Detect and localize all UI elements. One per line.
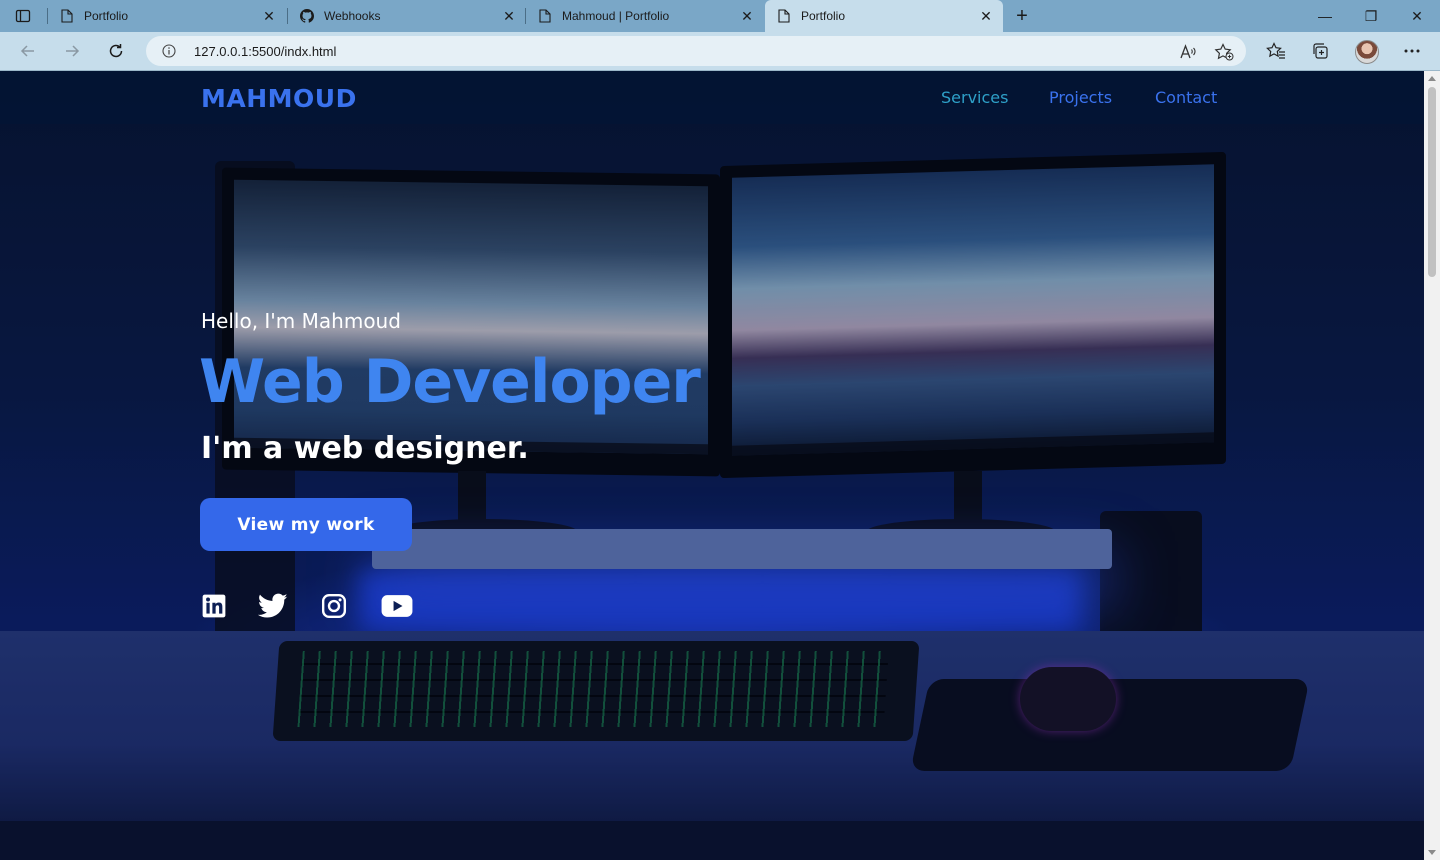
page-scrollbar[interactable] — [1424, 71, 1440, 860]
twitter-icon[interactable] — [258, 591, 288, 621]
add-favorite-icon[interactable] — [1214, 42, 1234, 62]
scrollbar-thumb[interactable] — [1428, 87, 1436, 277]
collections-button[interactable] — [1305, 36, 1335, 66]
close-tab-icon[interactable]: ✕ — [502, 8, 516, 24]
github-icon — [300, 9, 314, 23]
tab-actions-icon[interactable] — [10, 6, 36, 26]
linkedin-icon[interactable] — [199, 591, 229, 621]
info-icon[interactable] — [162, 44, 176, 58]
browser-tab-active[interactable]: Portfolio ✕ — [765, 0, 1003, 32]
page-icon — [538, 9, 552, 23]
tab-label: Portfolio — [801, 9, 846, 23]
scroll-up-icon[interactable] — [1428, 76, 1436, 81]
page-icon — [777, 9, 791, 23]
browser-tab[interactable]: Mahmoud | Portfolio ✕ — [526, 0, 764, 32]
tab-label: Mahmoud | Portfolio — [562, 9, 670, 23]
hero-greeting: Hello, I'm Mahmoud — [201, 309, 401, 333]
url-text[interactable]: 127.0.0.1:5500/indx.html — [194, 44, 336, 59]
back-button[interactable] — [13, 36, 43, 66]
read-aloud-icon[interactable] — [1178, 42, 1198, 62]
browser-toolbar: 127.0.0.1:5500/indx.html — [0, 32, 1440, 71]
view-my-work-button[interactable]: View my work — [200, 498, 412, 551]
tab-label: Webhooks — [324, 9, 381, 23]
instagram-icon[interactable] — [319, 591, 349, 621]
browser-tab[interactable]: Webhooks ✕ — [288, 0, 526, 32]
favorites-icon — [1266, 42, 1285, 59]
arrow-left-icon — [20, 45, 34, 57]
page-icon — [60, 9, 74, 23]
more-icon — [1404, 49, 1420, 53]
collections-icon — [1313, 43, 1328, 59]
site-logo[interactable]: MAHMOUD — [201, 84, 357, 113]
scroll-down-icon[interactable] — [1428, 850, 1436, 855]
restore-button[interactable]: ❐ — [1348, 0, 1394, 32]
nav-link-services[interactable]: Services — [941, 88, 1008, 107]
hero-tagline: I'm a web designer. — [201, 431, 529, 466]
browser-tab[interactable]: Portfolio ✕ — [48, 0, 286, 32]
close-tab-icon[interactable]: ✕ — [740, 8, 754, 24]
page-viewport: MAHMOUD Services Projects Contact Hello,… — [0, 71, 1424, 860]
browser-tab-bar: Portfolio ✕ Webhooks ✕ Mahmoud | Portfol… — [0, 0, 1440, 32]
youtube-icon[interactable] — [381, 591, 413, 621]
address-bar[interactable]: 127.0.0.1:5500/indx.html — [146, 36, 1246, 66]
profile-avatar[interactable] — [1355, 40, 1379, 64]
nav-link-projects[interactable]: Projects — [1049, 88, 1112, 107]
new-tab-button[interactable]: + — [1010, 4, 1034, 28]
refresh-icon — [109, 44, 123, 58]
nav-link-contact[interactable]: Contact — [1155, 88, 1217, 107]
tab-label: Portfolio — [84, 9, 129, 23]
close-tab-icon[interactable]: ✕ — [979, 8, 993, 24]
forward-button[interactable] — [57, 36, 87, 66]
hero-role: Web Developer — [199, 347, 701, 417]
minimize-button[interactable]: — — [1302, 0, 1348, 32]
close-tab-icon[interactable]: ✕ — [262, 8, 276, 24]
close-window-button[interactable]: ✕ — [1394, 0, 1440, 32]
favorites-button[interactable] — [1261, 36, 1291, 66]
arrow-right-icon — [66, 45, 80, 57]
refresh-button[interactable] — [101, 36, 131, 66]
site-header: MAHMOUD Services Projects Contact — [0, 71, 1424, 124]
settings-menu-button[interactable] — [1397, 36, 1427, 66]
